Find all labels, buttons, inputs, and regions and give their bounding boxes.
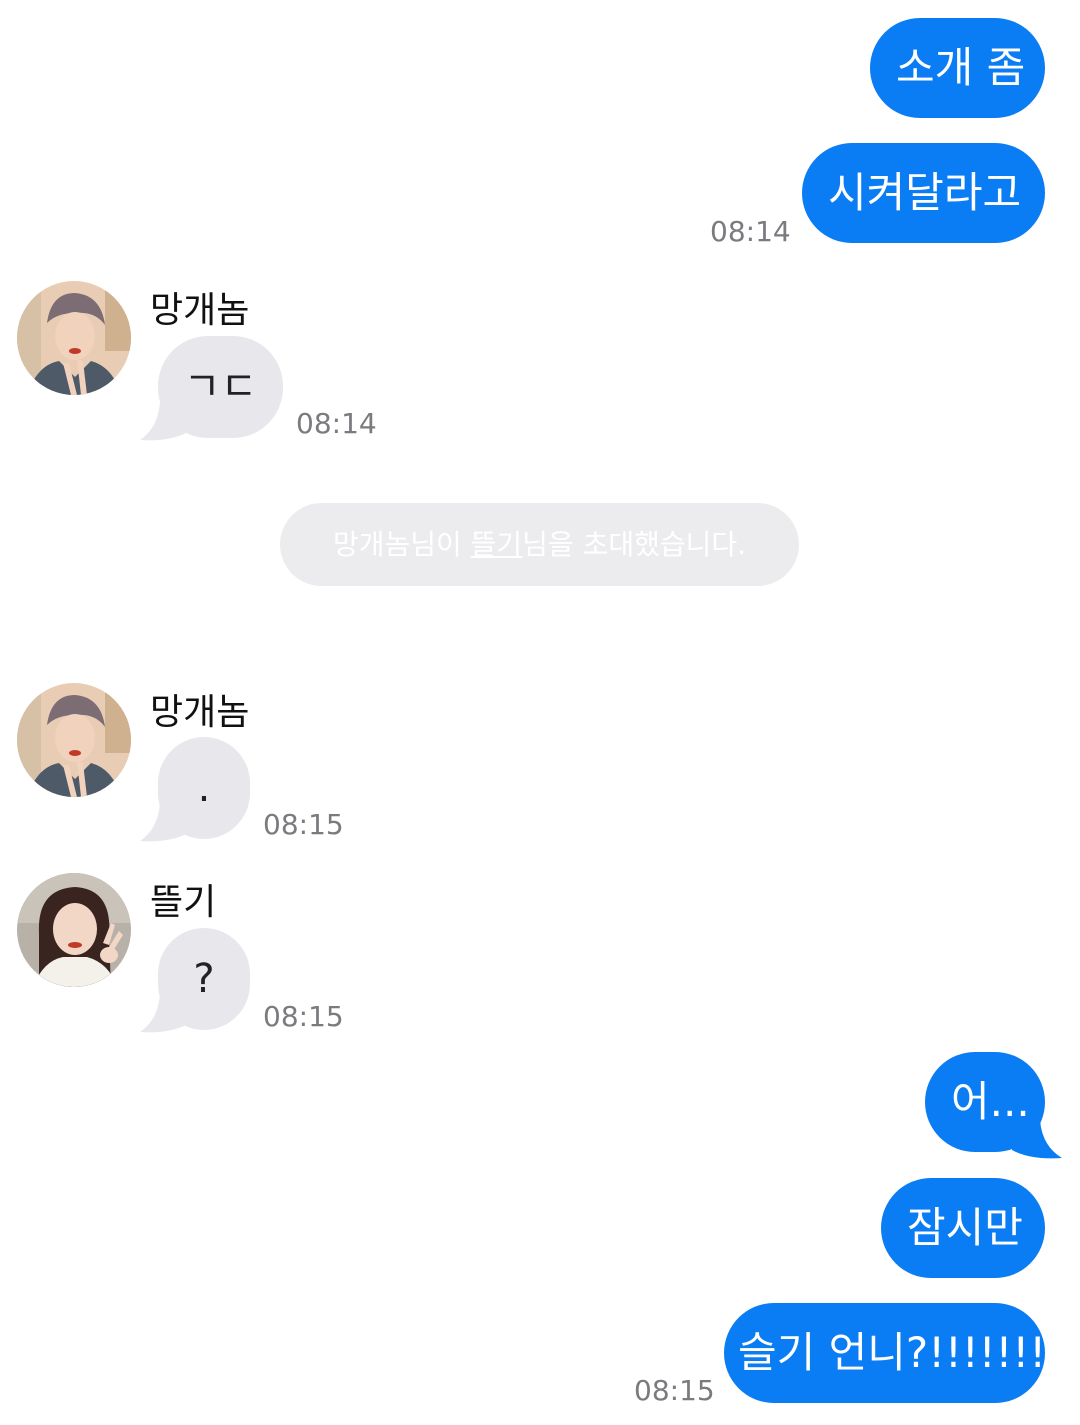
message-text: 시켜달라고: [828, 168, 1022, 217]
sender-name: 망개놈: [150, 692, 250, 733]
sender-name: 뜰기: [150, 882, 217, 923]
message-text: 슬기 언니?!!!!!!!: [738, 1328, 1047, 1377]
system-invite-notice: 망개놈님이 뜰기님을 초대했습니다.: [280, 503, 799, 586]
message-timestamp: 08:15: [263, 808, 344, 841]
message-timestamp: 08:14: [710, 215, 791, 248]
message-timestamp: 08:15: [634, 1374, 715, 1407]
invited-user-link[interactable]: 뜰기: [471, 528, 523, 561]
message-text: 소개 좀: [896, 43, 1026, 92]
avatar-woman[interactable]: [17, 873, 131, 987]
bubble-tail: [1012, 1120, 1062, 1159]
bubble-tail: [140, 994, 188, 1033]
bubble-tail: [140, 803, 188, 842]
outgoing-message-bubble[interactable]: 시켜달라고: [802, 143, 1045, 243]
avatar-man[interactable]: [17, 683, 131, 797]
system-text-part2: 님을 초대했습니다.: [522, 528, 747, 561]
outgoing-message-bubble[interactable]: 잠시만: [881, 1178, 1045, 1278]
message-text: .: [197, 765, 211, 811]
message-timestamp: 08:14: [296, 407, 377, 440]
message-text: ㄱㄷ: [183, 364, 258, 410]
message-text: 잠시만: [907, 1203, 1023, 1252]
outgoing-message-bubble[interactable]: 슬기 언니?!!!!!!!: [724, 1303, 1047, 1403]
outgoing-message-bubble[interactable]: 소개 좀: [870, 18, 1045, 118]
system-text-part1: 망개놈님이: [332, 528, 471, 561]
message-text: 어...: [951, 1077, 1030, 1126]
sender-name: 망개놈: [150, 290, 250, 331]
message-timestamp: 08:15: [263, 1000, 344, 1033]
avatar-man[interactable]: [17, 281, 131, 395]
bubble-tail: [140, 402, 188, 441]
message-text: ?: [193, 956, 215, 1002]
